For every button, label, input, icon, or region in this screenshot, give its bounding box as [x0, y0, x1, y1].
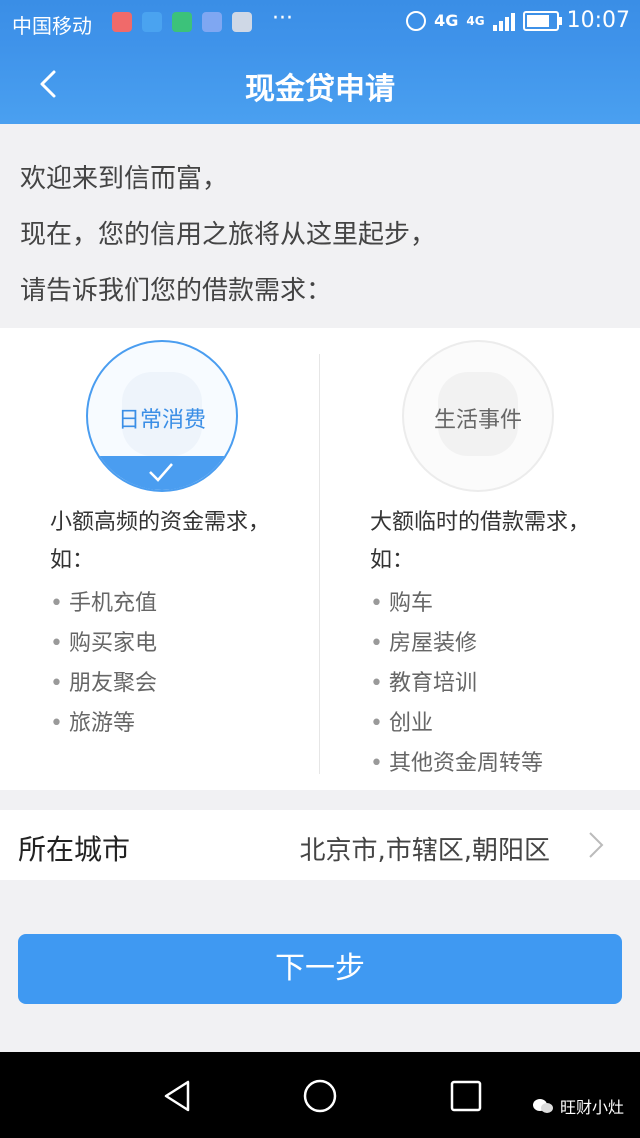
page-title: 现金贷申请: [245, 72, 395, 107]
daily-consumption-option[interactable]: 日常消费: [86, 340, 238, 492]
city-selector[interactable]: 所在城市 北京市,市辖区,朝阳区: [0, 810, 640, 880]
option-label: 日常消费: [117, 408, 206, 433]
status-bar: 中国移动 ··· 4G 4G 10:07: [0, 0, 640, 44]
option-label: 生活事件: [433, 408, 522, 433]
network-type-secondary: 4G: [466, 13, 485, 28]
intro-line-1: 欢迎来到信而富，: [20, 164, 229, 194]
intro-section: 欢迎来到信而富， 现在，您的信用之旅将从这里起步， 请告诉我们您的借款需求：: [0, 124, 640, 328]
option-life-events: 生活事件 大额临时的借款需求， 如： 购车 房屋装修 教育培训 创业 其他资金周…: [320, 328, 620, 790]
life-events-option[interactable]: 生活事件: [402, 340, 554, 492]
list-item: 朋友聚会: [50, 664, 157, 704]
notification-icons: [112, 12, 252, 32]
description-line: 小额高频的资金需求，: [50, 510, 271, 535]
example-list: 手机充值 购买家电 朋友聚会 旅游等: [50, 584, 157, 744]
more-notifications-icon: ···: [272, 6, 293, 31]
city-label: 所在城市: [18, 833, 131, 866]
description-line: 大额临时的借款需求，: [370, 510, 591, 535]
option-description: 小额高频的资金需求， 如：: [50, 504, 270, 580]
system-navigation-bar: 旺财小灶: [0, 1052, 640, 1138]
next-button[interactable]: 下一步: [18, 934, 622, 1004]
description-line: 如：: [370, 548, 415, 573]
mail-notification-icon: [112, 12, 132, 32]
network-type: 4G: [434, 11, 459, 30]
intro-line-2: 现在，您的信用之旅将从这里起步，: [20, 220, 437, 250]
clock: 10:07: [566, 8, 630, 33]
list-item: 房屋装修: [370, 624, 543, 664]
watermark-text: 旺财小灶: [559, 1098, 624, 1117]
checkmark-icon: [149, 463, 173, 482]
intro-line-3: 请告诉我们您的借款需求：: [20, 276, 333, 306]
cloud-notification-icon: [202, 12, 222, 32]
loan-purpose-panel: 日常消费 小额高频的资金需求， 如： 手机充值 购买家电 朋友聚会 旅游等 生活…: [0, 328, 640, 790]
nav-bar: 现金贷申请: [0, 44, 640, 124]
system-recents-icon[interactable]: [446, 1076, 486, 1116]
watermark: 旺财小灶: [532, 1094, 624, 1118]
system-home-icon[interactable]: [300, 1076, 340, 1116]
carrier-name: 中国移动: [12, 14, 92, 38]
app-notification-icon: [172, 12, 192, 32]
list-item: 创业: [370, 704, 543, 744]
city-value: 北京市,市辖区,朝阳区: [299, 836, 550, 866]
option-description: 大额临时的借款需求， 如：: [370, 504, 590, 580]
list-item: 购买家电: [50, 624, 157, 664]
alarm-icon: [406, 10, 427, 31]
system-back-icon[interactable]: [158, 1076, 198, 1116]
status-right: 4G 4G 10:07: [406, 8, 630, 33]
battery-icon: [522, 10, 562, 31]
list-item: 手机充值: [50, 584, 157, 624]
chevron-right-icon: [589, 832, 604, 858]
option-daily-consumption: 日常消费 小额高频的资金需求， 如： 手机充值 购买家电 朋友聚会 旅游等: [0, 328, 300, 790]
description-line: 如：: [50, 548, 95, 573]
wechat-icon: [532, 1099, 553, 1113]
chat-notification-icon: [142, 12, 162, 32]
list-item: 教育培训: [370, 664, 543, 704]
list-item: 旅游等: [50, 704, 157, 744]
signal-icon: [492, 11, 515, 31]
selected-indicator: [88, 456, 236, 490]
example-list: 购车 房屋装修 教育培训 创业 其他资金周转等: [370, 584, 543, 784]
list-item: 购车: [370, 584, 543, 624]
list-item: 其他资金周转等: [370, 744, 543, 784]
text-notification-icon: [232, 12, 252, 32]
